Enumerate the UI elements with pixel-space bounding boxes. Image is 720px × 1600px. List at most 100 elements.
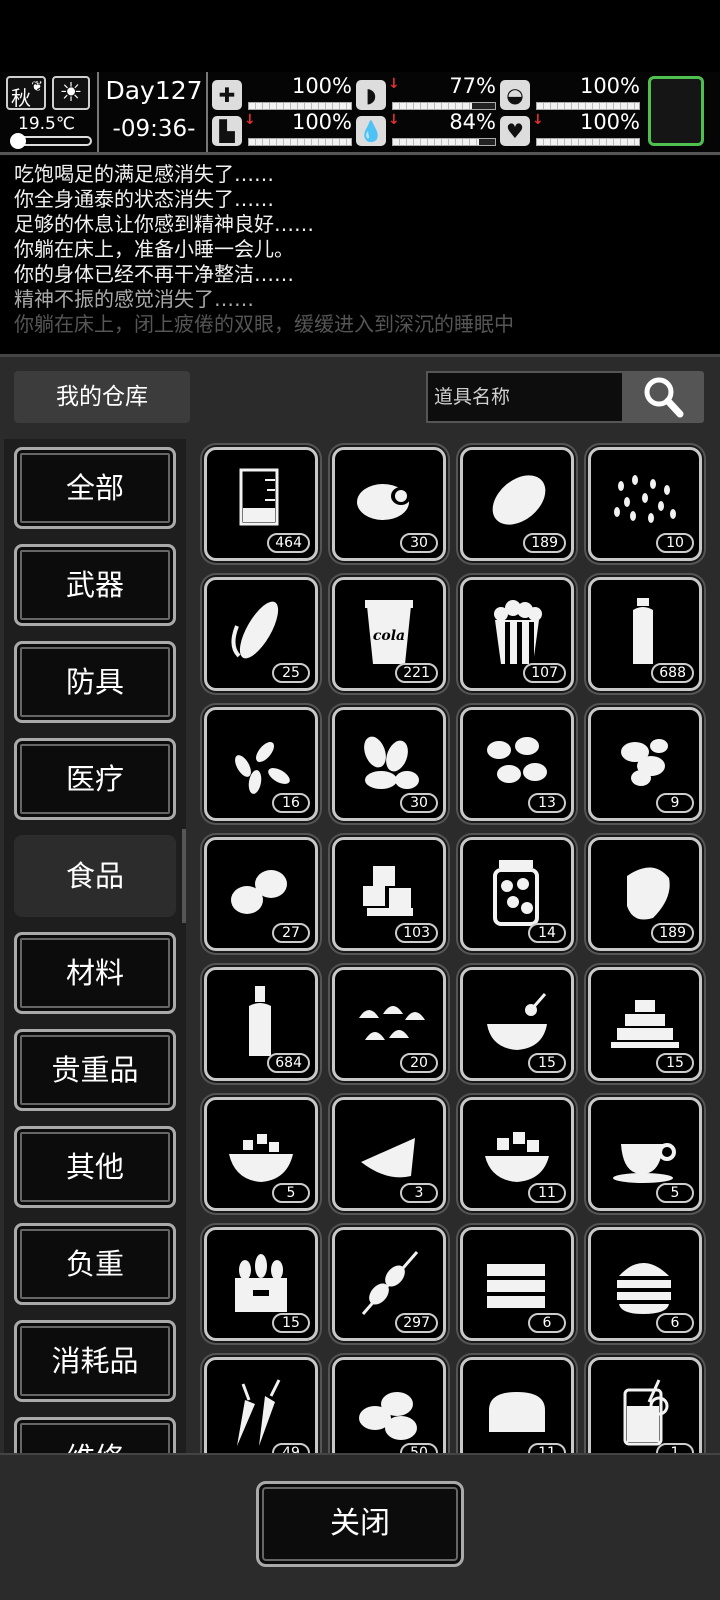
inventory-item[interactable]: 15 <box>460 967 574 1081</box>
close-button[interactable]: 关闭 <box>256 1481 464 1567</box>
item-count: 221 <box>395 663 438 683</box>
stat-value: 100% <box>579 110 640 134</box>
equipped-slot[interactable] <box>648 76 704 146</box>
item-count: 189 <box>651 923 694 943</box>
inventory-item[interactable]: cola 221 <box>332 577 446 691</box>
inventory-item[interactable]: 11 <box>460 1357 574 1453</box>
salad-bowl-icon <box>229 1134 293 1182</box>
stat-bar-fill <box>393 139 479 145</box>
item-count: 20 <box>400 1053 438 1073</box>
clock-time: -09:36- <box>112 116 196 142</box>
almonds-icon <box>364 736 419 789</box>
inventory-item[interactable]: 3 <box>332 1097 446 1211</box>
message-log[interactable]: 吃饱喝足的满足感消失了…… 你全身通泰的状态消失了…… 足够的休息让你感到精神良好…… <box>0 162 720 348</box>
inventory-item[interactable]: 9 <box>588 707 702 821</box>
inventory-item[interactable]: 189 <box>460 447 574 561</box>
log-line: 你全身通泰的状态消失了…… <box>14 187 274 211</box>
item-count: 103 <box>395 923 438 943</box>
item-count: 107 <box>523 663 566 683</box>
inventory-item[interactable]: 5 <box>204 1097 318 1211</box>
day-counter: Day127 <box>105 76 203 105</box>
search-button[interactable] <box>624 371 704 423</box>
inventory-item[interactable]: 6 <box>460 1227 574 1341</box>
item-count: 5 <box>272 1183 310 1203</box>
stat-bar-fill <box>537 103 639 109</box>
liquor-bottle-icon <box>249 986 271 1056</box>
svg-text:cola: cola <box>373 628 405 644</box>
juice-glass-icon <box>623 1379 669 1446</box>
stat-bar-fill <box>393 103 472 109</box>
category-tab[interactable]: 医疗 <box>14 738 176 820</box>
category-tab[interactable]: 防具 <box>14 641 176 723</box>
inventory-item[interactable]: 50 <box>332 1357 446 1453</box>
stat-bar <box>536 102 640 110</box>
item-count: 10 <box>656 533 694 553</box>
sidebar-scrollbar[interactable] <box>182 829 186 923</box>
inventory-item[interactable]: 15 <box>588 967 702 1081</box>
category-tab[interactable]: 全部 <box>14 447 176 529</box>
item-grid[interactable]: 464 30 189 10 25 cola 221 107 688 16 30 13 9 27 103 14 1… <box>196 439 716 1453</box>
carrot-icon <box>237 1379 281 1446</box>
inventory-item[interactable]: 6 <box>588 1227 702 1341</box>
inventory-item[interactable]: 189 <box>588 837 702 951</box>
inventory-item[interactable]: 30 <box>332 707 446 821</box>
storage-title: 我的仓库 <box>14 371 190 423</box>
search-input[interactable] <box>434 373 622 421</box>
inventory-item[interactable]: 103 <box>332 837 446 951</box>
steak-icon <box>627 867 670 920</box>
cola-cup-icon: cola <box>365 600 413 664</box>
inventory-item[interactable]: 1 <box>588 1357 702 1453</box>
item-search-field[interactable] <box>426 371 624 423</box>
category-tab[interactable]: 负重 <box>14 1223 176 1305</box>
inventory-item[interactable]: 464 <box>204 447 318 561</box>
soup-bowl-icon <box>487 993 547 1050</box>
beaker-icon <box>239 468 279 526</box>
stat-gauge: ♥ ↓ 100% <box>500 110 640 146</box>
thermometer-icon <box>10 133 92 149</box>
item-count: 688 <box>651 663 694 683</box>
category-tab[interactable]: 食品 <box>14 835 176 917</box>
leaf-icon: ❦ <box>31 79 43 95</box>
category-tab[interactable]: 其他 <box>14 1126 176 1208</box>
item-count: 15 <box>528 1053 566 1073</box>
inventory-item[interactable]: 107 <box>460 577 574 691</box>
category-sidebar[interactable]: 全部武器防具医疗食品材料贵重品其他负重消耗品维修 <box>4 439 186 1453</box>
inventory-item[interactable]: 14 <box>460 837 574 951</box>
inventory-item[interactable]: 684 <box>204 967 318 1081</box>
inventory-item[interactable]: 13 <box>460 707 574 821</box>
stat-bar <box>248 102 352 110</box>
inventory-item[interactable]: 10 <box>588 447 702 561</box>
inventory-item[interactable]: 11 <box>460 1097 574 1211</box>
category-tab[interactable]: 消耗品 <box>14 1320 176 1402</box>
stat-bar <box>248 138 352 146</box>
log-line: 吃饱喝足的满足感消失了…… <box>14 162 274 186</box>
inventory-item[interactable]: 49 <box>204 1357 318 1453</box>
pickle-jar-icon <box>493 860 539 926</box>
season-indicator: 秋 ❦ <box>6 76 46 110</box>
inventory-item[interactable]: 15 <box>204 1227 318 1341</box>
inventory-item[interactable]: 16 <box>204 707 318 821</box>
hud-divider <box>0 152 720 155</box>
sugar-cubes-icon <box>611 1000 679 1048</box>
inventory-item[interactable]: 5 <box>588 1097 702 1211</box>
stat-gauge: 💧 ↓ 84% <box>356 110 496 146</box>
hud-divider <box>97 72 99 152</box>
decrease-arrow-icon: ↓ <box>244 112 256 128</box>
category-tab[interactable]: 贵重品 <box>14 1029 176 1111</box>
inventory-item[interactable]: 25 <box>204 577 318 691</box>
tofu-bowl-icon <box>485 1132 549 1182</box>
category-tab[interactable]: 维修 <box>14 1417 176 1453</box>
inventory-item[interactable]: 20 <box>332 967 446 1081</box>
category-tab[interactable]: 材料 <box>14 932 176 1014</box>
item-count: 684 <box>267 1053 310 1073</box>
inventory-item[interactable]: 688 <box>588 577 702 691</box>
small-potatoes-icon <box>231 870 287 914</box>
inventory-item[interactable]: 30 <box>332 447 446 561</box>
inventory-item[interactable]: 27 <box>204 837 318 951</box>
panel-footer: 关闭 <box>0 1453 720 1600</box>
inventory-item[interactable]: 297 <box>332 1227 446 1341</box>
water-drop-icon: 💧 <box>356 116 386 146</box>
category-tab[interactable]: 武器 <box>14 544 176 626</box>
stat-gauge: ▙ ↓ 100% <box>212 110 352 146</box>
item-count: 25 <box>272 663 310 683</box>
